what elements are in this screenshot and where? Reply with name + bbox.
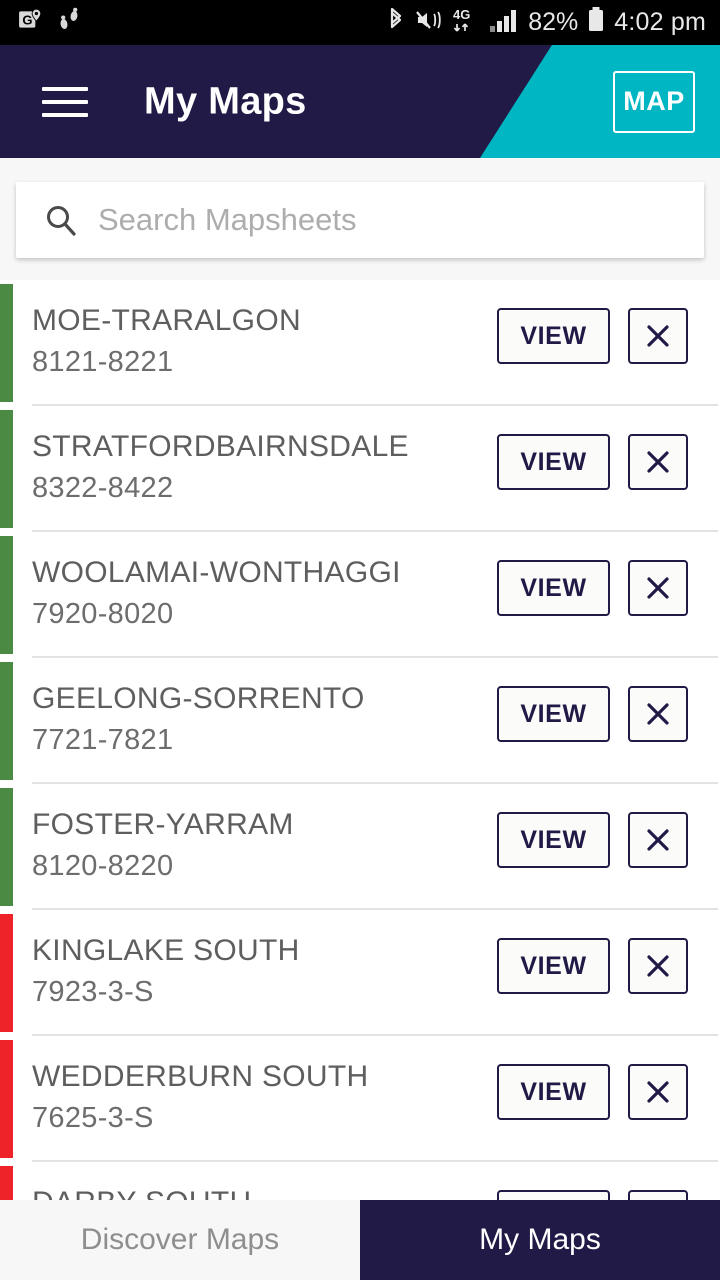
remove-button[interactable]: [628, 938, 688, 994]
row-actions: VIEW: [497, 1064, 688, 1120]
view-button[interactable]: VIEW: [497, 686, 610, 742]
svg-text:4G: 4G: [453, 7, 470, 22]
search-input[interactable]: [98, 182, 704, 258]
close-x-icon: [647, 451, 669, 473]
signal-bars-icon: [489, 7, 519, 38]
download-status-bar: [0, 914, 13, 1032]
mapsheet-text-block: STRATFORDBAIRNSDALE 8322-8422: [32, 426, 409, 508]
remove-button[interactable]: [628, 686, 688, 742]
remove-button[interactable]: [628, 434, 688, 490]
download-status-bar: [0, 1166, 13, 1200]
mapsheet-list[interactable]: MOE-TRARALGON 8121-8221 VIEW STRATFORDBAIRN…: [0, 280, 720, 1200]
hamburger-menu-icon[interactable]: [42, 86, 88, 117]
mapsheet-code: 7923-3-S: [32, 976, 154, 1008]
view-button[interactable]: VIEW: [497, 1190, 610, 1200]
table-row[interactable]: DARBY SOUTH VIEW: [0, 1162, 720, 1200]
table-row[interactable]: GEELONG-SORRENTO 7721-7821 VIEW: [0, 658, 720, 784]
mapsheet-text-block: KINGLAKE SOUTH 7923-3-S: [32, 930, 300, 1012]
mapsheet-title: DARBY SOUTH: [32, 1182, 251, 1200]
search-section: [0, 158, 720, 280]
bottom-navigation: Discover Maps My Maps: [0, 1200, 720, 1280]
download-status-bar: [0, 1040, 13, 1158]
battery-percent-label: 82%: [528, 8, 579, 36]
download-status-bar: [0, 662, 13, 780]
row-actions: VIEW: [497, 812, 688, 868]
status-bar-left-icons: G: [0, 7, 82, 38]
row-actions: VIEW: [497, 308, 688, 364]
remove-button[interactable]: [628, 560, 688, 616]
view-button[interactable]: VIEW: [497, 308, 610, 364]
mapsheet-text-block: FOSTER-YARRAM 8120-8220: [32, 804, 294, 886]
view-button[interactable]: VIEW: [497, 812, 610, 868]
app-screen: G 4G 82% 4:02 pm My Maps MAP Search Maps…: [0, 0, 720, 1280]
download-status-bar: [0, 536, 13, 654]
remove-button[interactable]: [628, 812, 688, 868]
mapsheet-code: 7721-7821: [32, 724, 174, 756]
remove-button[interactable]: [628, 1064, 688, 1120]
row-actions: VIEW: [497, 938, 688, 994]
mapsheet-code: 7920-8020: [32, 598, 174, 630]
mapsheet-text-block: WEDDERBURN SOUTH 7625-3-S: [32, 1056, 368, 1138]
mapsheet-title: STRATFORDBAIRNSDALE: [32, 430, 409, 463]
close-x-icon: [647, 955, 669, 977]
mapsheet-code: 8121-8221: [32, 346, 174, 378]
mute-vibrate-icon: [415, 7, 443, 38]
page-title: My Maps: [144, 80, 307, 122]
4g-data-icon: 4G: [452, 6, 480, 39]
mapsheet-title: MOE-TRARALGON: [32, 304, 301, 337]
view-button[interactable]: VIEW: [497, 434, 610, 490]
remove-button[interactable]: [628, 1190, 688, 1200]
mapsheet-text-block: MOE-TRARALGON 8121-8221: [32, 300, 301, 382]
mapsheet-text-block: GEELONG-SORRENTO 7721-7821: [32, 678, 365, 760]
row-actions: VIEW: [497, 1190, 688, 1200]
footsteps-icon: [58, 7, 82, 38]
close-x-icon: [647, 1081, 669, 1103]
mapsheet-code: 8120-8220: [32, 850, 174, 882]
table-row[interactable]: KINGLAKE SOUTH 7923-3-S VIEW: [0, 910, 720, 1036]
svg-text:G: G: [22, 12, 32, 27]
close-x-icon: [647, 325, 669, 347]
table-row[interactable]: MOE-TRARALGON 8121-8221 VIEW: [0, 280, 720, 406]
view-button[interactable]: VIEW: [497, 560, 610, 616]
mapsheet-text-block: DARBY SOUTH: [32, 1182, 251, 1200]
download-status-bar: [0, 788, 13, 906]
download-status-bar: [0, 410, 13, 528]
table-row[interactable]: WOOLAMAI-WONTHAGGI 7920-8020 VIEW: [0, 532, 720, 658]
bluetooth-icon: [386, 6, 406, 39]
view-button[interactable]: VIEW: [497, 938, 610, 994]
battery-icon: [587, 6, 605, 39]
mapsheet-title: WOOLAMAI-WONTHAGGI: [32, 556, 401, 589]
mapsheet-title: GEELONG-SORRENTO: [32, 682, 365, 715]
status-bar-right-icons: 4G 82% 4:02 pm: [386, 6, 720, 39]
nav-tab-my-maps[interactable]: My Maps: [360, 1200, 720, 1280]
table-row[interactable]: FOSTER-YARRAM 8120-8220 VIEW: [0, 784, 720, 910]
table-row[interactable]: STRATFORDBAIRNSDALE 8322-8422 VIEW: [0, 406, 720, 532]
app-header: My Maps MAP: [0, 45, 720, 158]
download-status-bar: [0, 284, 13, 402]
mapsheet-code: 7625-3-S: [32, 1102, 154, 1134]
remove-button[interactable]: [628, 308, 688, 364]
view-button[interactable]: VIEW: [497, 1064, 610, 1120]
google-maps-icon: G: [18, 7, 44, 38]
search-icon: [44, 203, 78, 237]
search-bar[interactable]: [16, 182, 704, 258]
row-actions: VIEW: [497, 434, 688, 490]
mapsheet-code: 8322-8422: [32, 472, 174, 504]
mapsheet-title: WEDDERBURN SOUTH: [32, 1060, 369, 1093]
clock-label: 4:02 pm: [614, 8, 706, 36]
close-x-icon: [647, 577, 669, 599]
status-bar: G 4G 82% 4:02 pm: [0, 0, 720, 45]
close-x-icon: [647, 703, 669, 725]
row-actions: VIEW: [497, 686, 688, 742]
nav-tab-discover-maps[interactable]: Discover Maps: [0, 1200, 360, 1280]
row-actions: VIEW: [497, 560, 688, 616]
mapsheet-text-block: WOOLAMAI-WONTHAGGI 7920-8020: [32, 552, 401, 634]
map-button[interactable]: MAP: [613, 70, 695, 133]
table-row[interactable]: WEDDERBURN SOUTH 7625-3-S VIEW: [0, 1036, 720, 1162]
mapsheet-title: KINGLAKE SOUTH: [32, 934, 300, 967]
mapsheet-title: FOSTER-YARRAM: [32, 808, 294, 841]
close-x-icon: [647, 829, 669, 851]
